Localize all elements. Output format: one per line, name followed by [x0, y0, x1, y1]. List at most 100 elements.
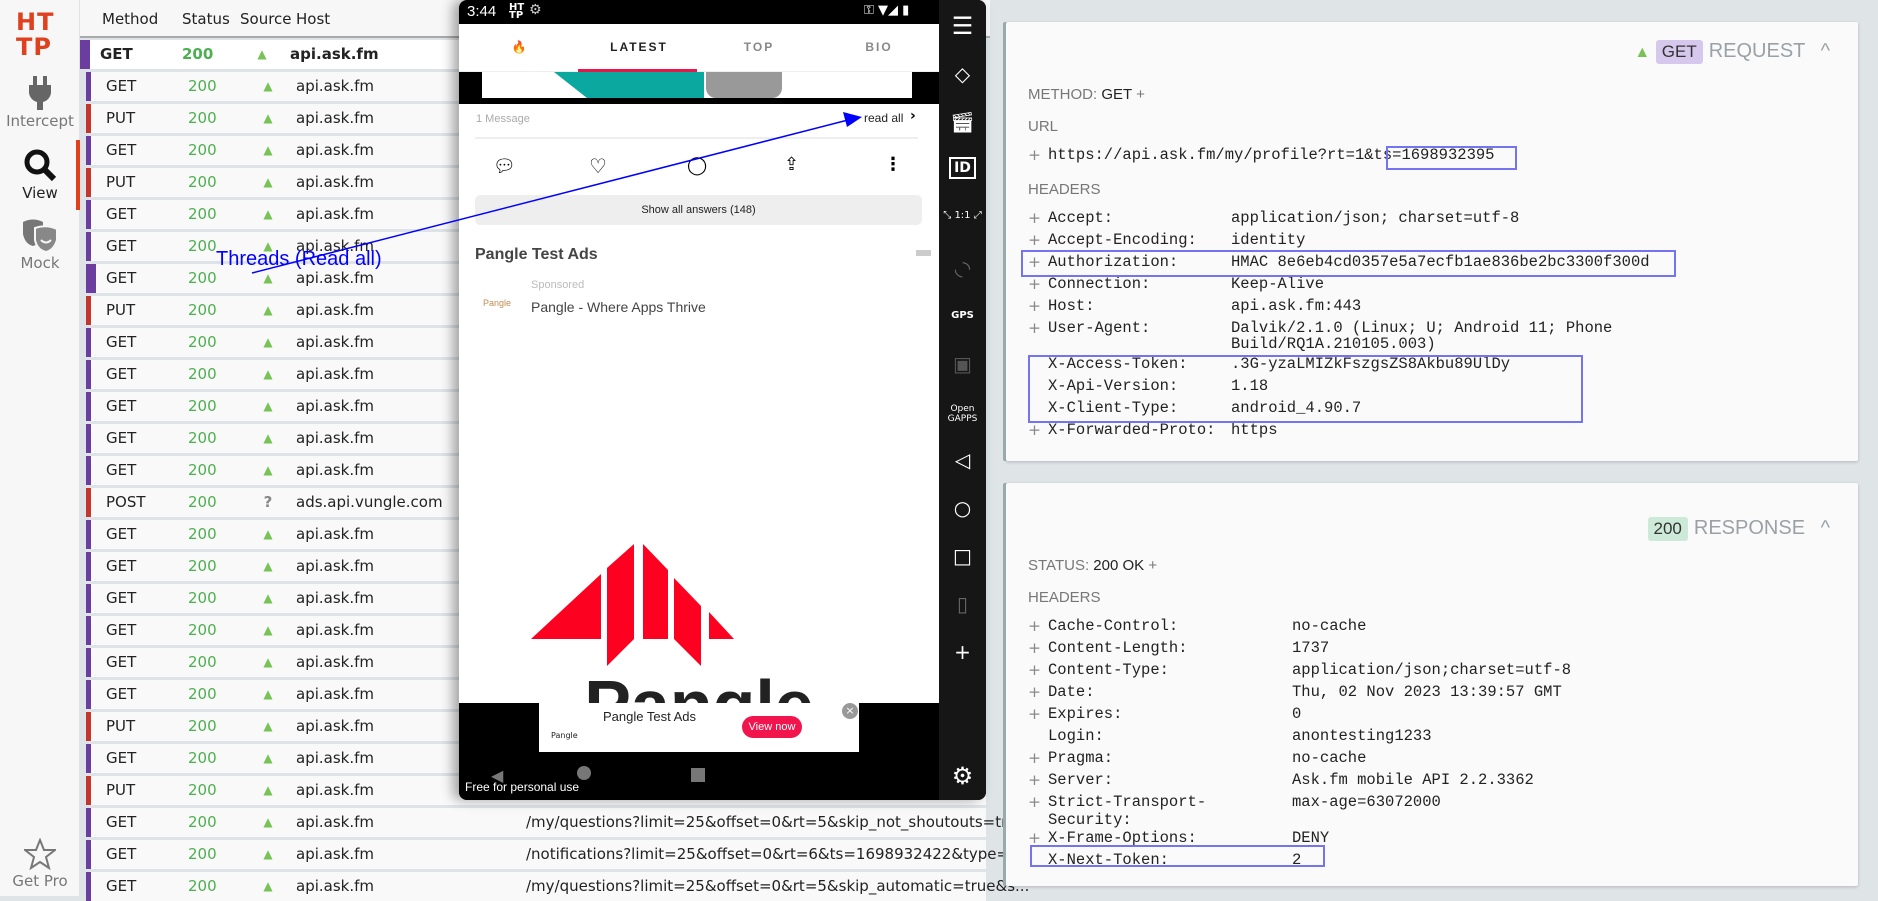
- android-icon: ▲: [1634, 44, 1651, 61]
- httptoolkit-status-icon: HT TP: [509, 2, 525, 21]
- gps-icon[interactable]: GPS: [939, 310, 986, 321]
- overview-icon[interactable]: □: [939, 544, 986, 568]
- table-row[interactable]: GET 200 ▲ api.ask.fm/my/questions?limit=25&…: [86, 872, 1029, 901]
- plus-icon[interactable]: +: [1028, 275, 1041, 293]
- row-path: /my/questions?limit=25&offset=0&rt=5&ski…: [526, 813, 1032, 831]
- ad-text[interactable]: Pangle - Where Apps Thrive: [531, 299, 706, 315]
- sponsored-label: Sponsored: [531, 279, 585, 291]
- plus-icon[interactable]: +: [1148, 557, 1157, 574]
- highlight-box-authorization: [1021, 250, 1676, 277]
- row-host: api.ask.fm: [296, 781, 375, 799]
- row-host: api.ask.fm: [296, 77, 375, 95]
- plus-icon[interactable]: +: [1028, 661, 1041, 679]
- column-source[interactable]: Source: [240, 10, 292, 28]
- column-status[interactable]: Status: [182, 10, 230, 28]
- row-host: api.ask.fm: [296, 365, 375, 383]
- nav-view[interactable]: View: [0, 148, 80, 202]
- star-icon: [24, 838, 56, 870]
- more-icon[interactable]: ⋮: [884, 154, 902, 175]
- home-icon[interactable]: ○: [939, 496, 986, 520]
- header-value-cont: Build/RQ1A.210105.003): [1231, 335, 1436, 353]
- table-row[interactable]: GET 200 ▲ api.ask.fm/notifications?limit=25…: [86, 840, 1023, 869]
- home-nav-icon[interactable]: [577, 766, 591, 780]
- plus-icon[interactable]: +: [1028, 705, 1041, 723]
- row-method: GET: [106, 589, 137, 607]
- watermark: Free for personal use: [465, 780, 580, 794]
- plus-icon[interactable]: +: [1028, 683, 1041, 701]
- recents-nav-icon[interactable]: [691, 768, 705, 782]
- close-ad-icon[interactable]: ×: [842, 703, 858, 719]
- tab-top[interactable]: TOP: [699, 40, 819, 54]
- plus-icon[interactable]: +: [939, 640, 986, 664]
- android-icon: ▲: [263, 111, 273, 125]
- response-panel-header[interactable]: 200 RESPONSE ^: [1647, 517, 1830, 541]
- plus-icon[interactable]: +: [1028, 421, 1041, 439]
- android-icon: ▲: [263, 463, 273, 477]
- chevron-right-icon: ›: [910, 108, 916, 124]
- read-all-link[interactable]: read all: [864, 111, 903, 125]
- tab-latest[interactable]: LATEST: [579, 40, 699, 54]
- method-color-bar: [86, 456, 91, 485]
- view-now-button[interactable]: View now: [742, 716, 802, 738]
- plus-icon[interactable]: +: [1028, 793, 1041, 811]
- plus-icon[interactable]: +: [1028, 639, 1041, 657]
- nav-mock[interactable]: Mock: [0, 218, 80, 272]
- plus-icon[interactable]: +: [1028, 319, 1041, 337]
- tab-hot[interactable]: 🔥: [459, 40, 579, 54]
- android-icon: ▲: [263, 879, 273, 893]
- plus-icon[interactable]: +: [1028, 209, 1041, 227]
- rss-icon[interactable]: ◟◝: [939, 256, 986, 280]
- comment-icon[interactable]: 💬︎: [493, 156, 516, 177]
- row-method: GET: [106, 141, 137, 159]
- ad-banner[interactable]: Pangle Pangle Test Ads View now ×: [539, 703, 859, 752]
- method-color-bar: [86, 200, 91, 229]
- nav-intercept[interactable]: Intercept: [0, 76, 80, 130]
- app-tabs: 🔥 LATEST TOP BIO: [459, 24, 939, 72]
- row-status: 200: [188, 781, 217, 799]
- android-icon: ▲: [263, 271, 273, 285]
- remote-icon[interactable]: ▯: [939, 592, 986, 616]
- gear-icon[interactable]: ⚙: [939, 762, 986, 790]
- column-method[interactable]: Method: [102, 10, 158, 28]
- id-icon[interactable]: ID: [949, 157, 976, 179]
- share-icon[interactable]: ⇪: [784, 154, 799, 175]
- collapse-icon[interactable]: ^: [1821, 517, 1830, 539]
- collapse-icon[interactable]: ^: [1821, 40, 1830, 62]
- request-panel-header[interactable]: ▲ GET REQUEST ^: [1634, 40, 1830, 64]
- row-host: api.ask.fm: [296, 109, 375, 127]
- menu-icon[interactable]: ☰: [939, 12, 986, 40]
- row-host: api.ask.fm: [296, 717, 375, 735]
- table-row[interactable]: GET 200 ▲ api.ask.fm/my/questions?limit=25&…: [86, 808, 1031, 837]
- row-host: api.ask.fm: [296, 813, 375, 831]
- header-name: User-Agent:: [1048, 319, 1151, 337]
- opengapps-icon[interactable]: Open GAPPS: [939, 404, 986, 424]
- rotate-icon[interactable]: ◇: [939, 62, 986, 86]
- plus-icon[interactable]: +: [1028, 617, 1041, 635]
- android-icon: ▲: [263, 79, 273, 93]
- tab-bio[interactable]: BIO: [819, 40, 939, 54]
- video-icon[interactable]: ▣: [939, 352, 986, 376]
- header-name: X-Forwarded-Proto:: [1048, 421, 1216, 439]
- nav-get-pro[interactable]: Get Pro: [0, 838, 80, 890]
- plus-icon[interactable]: +: [1028, 771, 1041, 789]
- clapper-icon[interactable]: 🎬︎: [939, 110, 986, 134]
- scale-icon[interactable]: ⤡ 1:1 ⤢: [939, 210, 986, 221]
- plus-icon[interactable]: +: [1028, 231, 1041, 249]
- row-status: 200: [188, 397, 217, 415]
- heart-icon[interactable]: ♡: [589, 154, 607, 178]
- httptoolkit-logo: HT TP: [16, 8, 55, 61]
- fire-icon[interactable]: ◯: [687, 155, 707, 176]
- method-color-bar: [86, 72, 91, 101]
- plus-icon[interactable]: +: [1028, 749, 1041, 767]
- row-method: GET: [106, 557, 137, 575]
- plus-icon[interactable]: +: [1136, 86, 1145, 103]
- column-host[interactable]: Host: [296, 10, 330, 28]
- banner-title: Pangle Test Ads: [603, 709, 696, 724]
- plus-icon[interactable]: +: [1028, 146, 1041, 164]
- back-icon[interactable]: ◁: [939, 448, 986, 472]
- show-all-answers-button[interactable]: Show all answers (148): [475, 195, 922, 225]
- row-host: api.ask.fm: [296, 685, 375, 703]
- plus-icon[interactable]: +: [1028, 297, 1041, 315]
- android-icon: ▲: [263, 303, 273, 317]
- row-method: PUT: [106, 781, 136, 799]
